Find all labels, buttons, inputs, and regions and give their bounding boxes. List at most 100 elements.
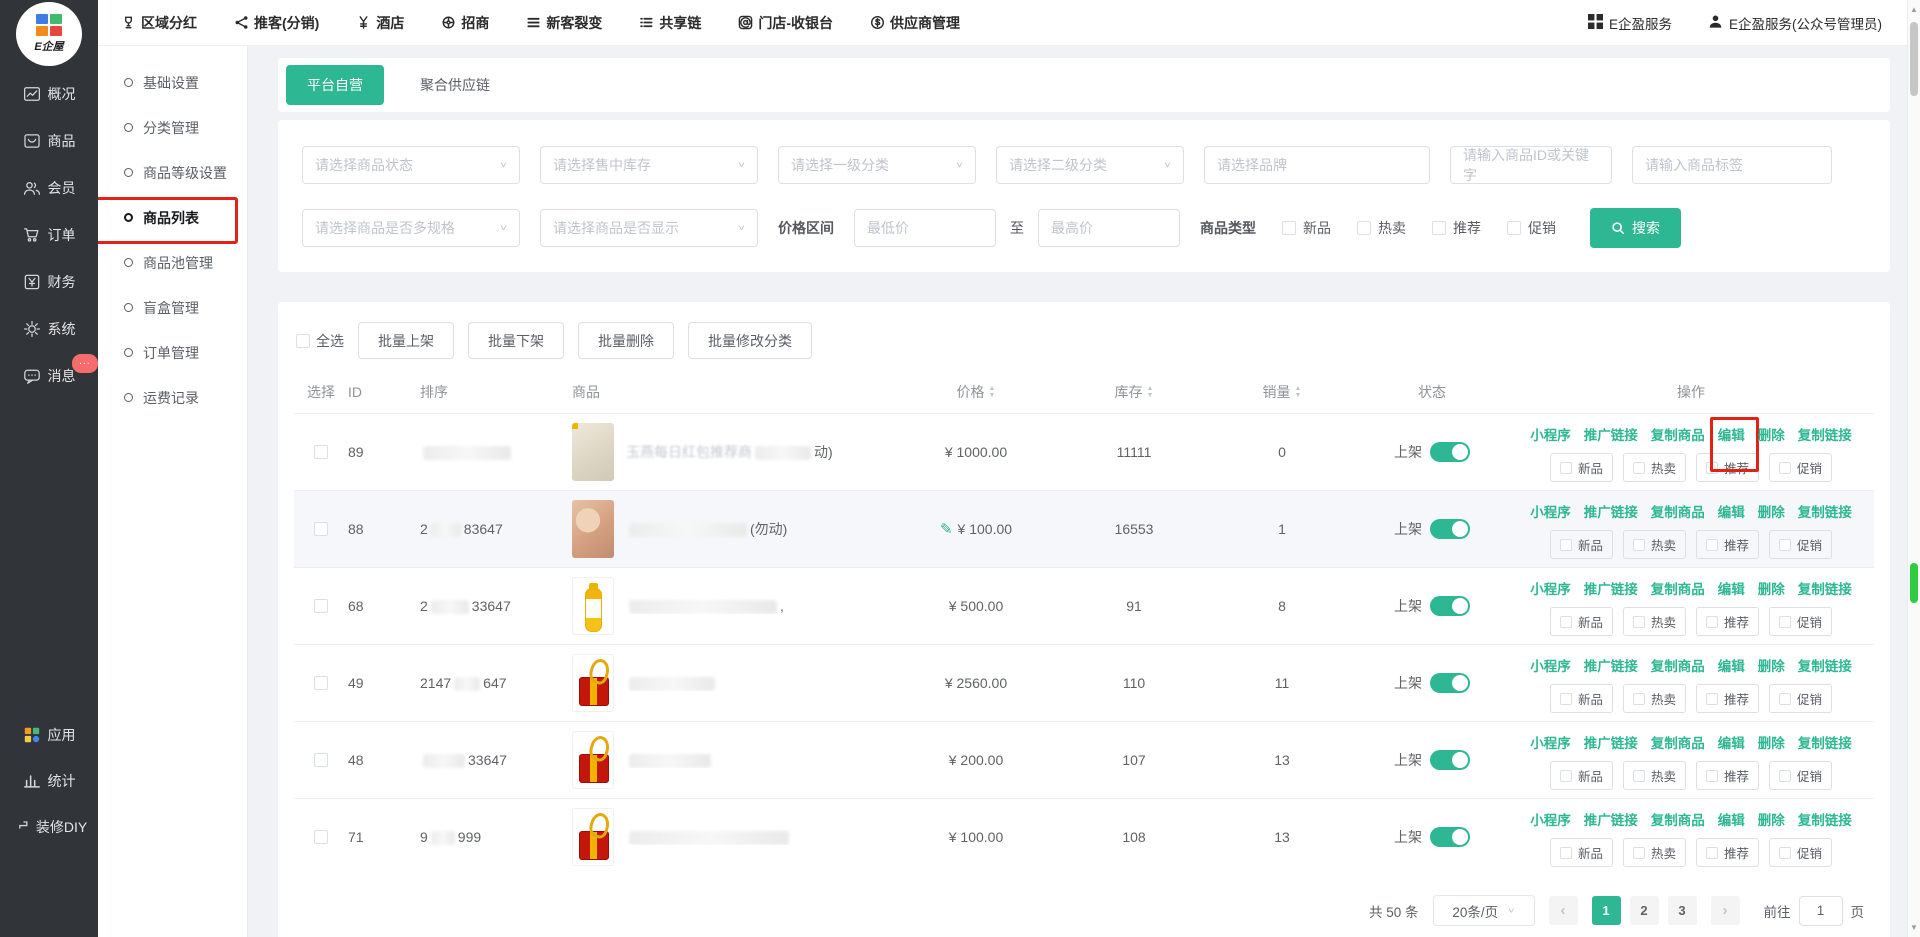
edit-price-icon[interactable]: ✎ xyxy=(940,520,953,538)
sidebar-item[interactable]: 订单 xyxy=(23,225,76,245)
status-toggle[interactable] xyxy=(1430,596,1470,616)
type-checkbox[interactable]: 热卖 xyxy=(1357,218,1406,238)
op-check-促销[interactable]: 促销 xyxy=(1769,684,1832,713)
batch-button[interactable]: 批量修改分类 xyxy=(688,322,812,359)
sidebar-item[interactable]: 概况 xyxy=(23,84,76,104)
sidebar-item[interactable]: 装修DIY xyxy=(11,817,87,837)
submenu-item[interactable]: 运费记录 xyxy=(98,375,247,420)
op-link-推广链接[interactable]: 推广链接 xyxy=(1584,501,1638,521)
scroll-down-icon[interactable]: ▼ xyxy=(1908,923,1920,932)
row-checkbox[interactable] xyxy=(314,445,328,459)
status-toggle[interactable] xyxy=(1430,519,1470,539)
product-image[interactable] xyxy=(572,577,614,635)
top-menu-item[interactable]: 新客裂变 xyxy=(525,13,602,33)
filter-select[interactable]: 请选择售中库存 ˅ xyxy=(540,146,758,184)
submenu-item[interactable]: 商品列表 xyxy=(98,195,247,240)
op-link-复制链接[interactable]: 复制链接 xyxy=(1798,501,1852,521)
op-link-小程序[interactable]: 小程序 xyxy=(1530,732,1571,752)
price-min-input[interactable]: 最低价 xyxy=(854,209,996,247)
op-link-删除[interactable]: 删除 xyxy=(1758,578,1785,598)
op-link-编辑[interactable]: 编辑 xyxy=(1718,501,1745,521)
op-link-复制链接[interactable]: 复制链接 xyxy=(1798,809,1852,829)
op-link-推广链接[interactable]: 推广链接 xyxy=(1584,655,1638,675)
op-link-复制商品[interactable]: 复制商品 xyxy=(1651,809,1705,829)
price-max-input[interactable]: 最高价 xyxy=(1038,209,1180,247)
sidebar-item[interactable]: 应用 xyxy=(23,725,76,745)
op-check-新品[interactable]: 新品 xyxy=(1550,453,1613,482)
page-size-select[interactable]: 20条/页 ˅ xyxy=(1433,895,1535,926)
filter-input[interactable]: 请输入商品ID或关键字 xyxy=(1450,146,1612,184)
op-link-编辑[interactable]: 编辑 xyxy=(1718,578,1745,598)
op-check-热卖[interactable]: 热卖 xyxy=(1623,453,1686,482)
status-toggle[interactable] xyxy=(1430,827,1470,847)
batch-button[interactable]: 批量删除 xyxy=(578,322,674,359)
page-button[interactable]: 3 xyxy=(1668,896,1697,925)
sort-arrows-icon[interactable]: ▲▼ xyxy=(989,386,996,399)
row-checkbox[interactable] xyxy=(314,599,328,613)
op-check-新品[interactable]: 新品 xyxy=(1550,530,1613,559)
filter-select[interactable]: 请选择一级分类 ˅ xyxy=(778,146,976,184)
op-check-新品[interactable]: 新品 xyxy=(1550,838,1613,867)
op-link-推广链接[interactable]: 推广链接 xyxy=(1584,424,1638,444)
sort-arrows-icon[interactable]: ▲▼ xyxy=(1295,386,1302,399)
product-image[interactable] xyxy=(572,731,614,789)
row-checkbox[interactable] xyxy=(314,676,328,690)
submenu-item[interactable]: 订单管理 xyxy=(98,330,247,375)
submenu-item[interactable]: 分类管理 xyxy=(98,105,247,150)
row-checkbox[interactable] xyxy=(314,830,328,844)
op-link-复制商品[interactable]: 复制商品 xyxy=(1651,655,1705,675)
tab-platform-self[interactable]: 平台自营 xyxy=(286,65,384,105)
filter-select[interactable]: 请选择商品是否多规格 ˅ xyxy=(302,209,520,247)
top-menu-item[interactable]: 门店-收银台 xyxy=(737,13,833,33)
sidebar-item[interactable]: 系统 xyxy=(23,319,76,339)
op-check-促销[interactable]: 促销 xyxy=(1769,530,1832,559)
op-check-推荐[interactable]: 推荐 xyxy=(1696,761,1759,790)
sidebar-item[interactable]: 财务 xyxy=(23,272,76,292)
top-menu-item[interactable]: 区域分红 xyxy=(120,13,197,33)
status-toggle[interactable] xyxy=(1430,442,1470,462)
submenu-item[interactable]: 基础设置 xyxy=(98,60,247,105)
op-link-推广链接[interactable]: 推广链接 xyxy=(1584,809,1638,829)
op-check-新品[interactable]: 新品 xyxy=(1550,684,1613,713)
submenu-item[interactable]: 盲盒管理 xyxy=(98,285,247,330)
op-check-推荐[interactable]: 推荐 xyxy=(1696,684,1759,713)
type-checkbox[interactable]: 促销 xyxy=(1507,218,1556,238)
op-link-复制商品[interactable]: 复制商品 xyxy=(1651,501,1705,521)
top-menu-item[interactable]: 共享链 xyxy=(638,13,701,33)
op-check-新品[interactable]: 新品 xyxy=(1550,761,1613,790)
product-image[interactable] xyxy=(572,500,614,558)
op-link-推广链接[interactable]: 推广链接 xyxy=(1584,578,1638,598)
batch-button[interactable]: 批量上架 xyxy=(358,322,454,359)
search-button[interactable]: 搜索 xyxy=(1590,208,1681,248)
op-link-复制商品[interactable]: 复制商品 xyxy=(1651,424,1705,444)
op-link-小程序[interactable]: 小程序 xyxy=(1530,501,1571,521)
filter-input[interactable]: 请输入商品标签 xyxy=(1632,146,1832,184)
op-link-复制链接[interactable]: 复制链接 xyxy=(1798,655,1852,675)
sidebar-item[interactable]: 统计 xyxy=(23,771,76,791)
op-link-编辑[interactable]: 编辑 xyxy=(1718,732,1745,752)
op-link-复制商品[interactable]: 复制商品 xyxy=(1651,578,1705,598)
prev-page-button[interactable]: ‹ xyxy=(1549,896,1578,925)
sidebar-item[interactable]: 消息 ... xyxy=(23,366,76,386)
op-link-复制链接[interactable]: 复制链接 xyxy=(1798,424,1852,444)
op-check-推荐[interactable]: 推荐 xyxy=(1696,530,1759,559)
op-link-删除[interactable]: 删除 xyxy=(1758,501,1785,521)
filter-select[interactable]: 请选择二级分类 ˅ xyxy=(996,146,1184,184)
top-menu-item[interactable]: 供应商管理 xyxy=(869,13,960,33)
page-button[interactable]: 2 xyxy=(1630,896,1659,925)
op-link-小程序[interactable]: 小程序 xyxy=(1530,578,1571,598)
op-link-删除[interactable]: 删除 xyxy=(1758,809,1785,829)
product-image[interactable] xyxy=(572,654,614,712)
op-check-促销[interactable]: 促销 xyxy=(1769,453,1832,482)
op-check-热卖[interactable]: 热卖 xyxy=(1623,530,1686,559)
op-check-促销[interactable]: 促销 xyxy=(1769,838,1832,867)
filter-input[interactable]: 请选择品牌 xyxy=(1204,146,1430,184)
op-link-编辑[interactable]: 编辑 xyxy=(1718,809,1745,829)
sidebar-item[interactable]: 会员 xyxy=(23,178,76,198)
type-checkbox[interactable]: 新品 xyxy=(1282,218,1331,238)
page-button[interactable]: 1 xyxy=(1592,896,1621,925)
sort-arrows-icon[interactable]: ▲▼ xyxy=(1147,386,1154,399)
page-scrollbar[interactable]: ▲ ▼ xyxy=(1907,0,1920,937)
op-check-推荐[interactable]: 推荐 xyxy=(1696,453,1759,482)
tab-supply-chain[interactable]: 聚合供应链 xyxy=(420,75,490,95)
